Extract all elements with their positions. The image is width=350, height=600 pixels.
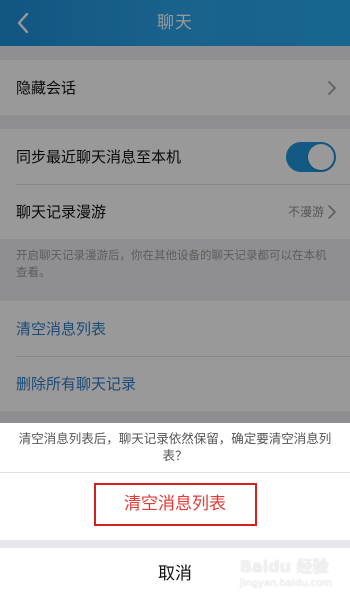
sheet-divider (0, 472, 350, 473)
action-sheet: 清空消息列表后，聊天记录依然保留，确定要清空消息列表？ 清空消息列表 取消 (0, 423, 350, 600)
cancel-button[interactable]: 取消 (0, 548, 350, 600)
confirm-clear-button[interactable]: 清空消息列表 (93, 483, 257, 526)
sheet-gap (0, 540, 350, 548)
sheet-content: 清空消息列表后，聊天记录依然保留，确定要清空消息列表？ 清空消息列表 (0, 423, 350, 540)
sheet-message: 清空消息列表后，聊天记录依然保留，确定要清空消息列表？ (18, 431, 332, 463)
